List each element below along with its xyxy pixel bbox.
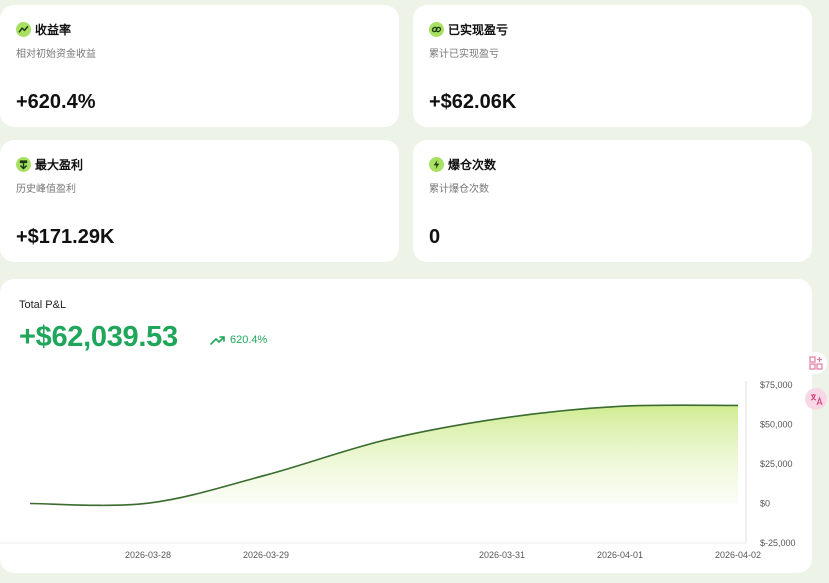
y-tick-label: $0 xyxy=(760,499,770,509)
lightning-icon xyxy=(429,157,444,172)
return-rate-card: 收益率 相对初始资金收益 +620.4% xyxy=(0,5,399,127)
realized-pnl-card: 已实现盈亏 累计已实现盈亏 +$62.06K xyxy=(413,5,812,127)
pnl-change-value: 620.4% xyxy=(230,334,268,346)
card-title: 收益率 xyxy=(35,23,72,37)
link-icon xyxy=(429,22,444,37)
card-title: 已实现盈亏 xyxy=(448,23,509,37)
x-tick-label: 2026-03-28 xyxy=(125,550,171,560)
trend-up-icon xyxy=(210,336,225,345)
y-tick-label: $50,000 xyxy=(760,420,793,430)
y-tick-label: $75,000 xyxy=(760,380,793,390)
card-value: 0 xyxy=(429,226,441,248)
card-subtitle: 相对初始资金收益 xyxy=(16,49,96,60)
liquidation-count-card: 爆仓次数 累计爆仓次数 0 xyxy=(413,140,812,262)
card-subtitle: 累计爆仓次数 xyxy=(429,184,489,195)
pnl-chart[interactable]: $75,000 $50,000 $25,000 $0 $-25,000 2026-03-2… xyxy=(0,375,812,569)
x-tick-label: 2026-04-01 xyxy=(597,550,643,560)
y-tick-label: $-25,000 xyxy=(760,538,796,548)
x-tick-label: 2026-03-29 xyxy=(243,550,289,560)
trend-line-icon xyxy=(16,22,31,37)
card-title: 爆仓次数 xyxy=(448,158,497,172)
card-subtitle: 累计已实现盈亏 xyxy=(429,49,499,60)
x-tick-label: 2026-04-02 xyxy=(715,550,761,560)
translate-icon xyxy=(810,394,823,406)
grid-icon xyxy=(809,356,823,370)
card-value: +620.4% xyxy=(16,91,96,113)
max-profit-card: 最大盈利 历史峰值盈利 +$171.29K xyxy=(0,140,399,262)
x-tick-label: 2026-03-31 xyxy=(479,550,525,560)
pnl-change: 620.4% xyxy=(210,334,267,346)
card-value: +$171.29K xyxy=(16,226,115,248)
card-value: +$62.06K xyxy=(429,91,517,113)
total-pnl-card: Total P&L +$62,039.53 620.4% $75,000 $50,… xyxy=(0,279,812,573)
card-title: 最大盈利 xyxy=(35,158,84,172)
apps-grid-button[interactable] xyxy=(805,352,827,374)
download-arrow-icon xyxy=(16,157,31,172)
pnl-area xyxy=(30,405,738,506)
translate-button[interactable] xyxy=(805,388,827,410)
pnl-label: Total P&L xyxy=(19,299,67,311)
card-subtitle: 历史峰值盈利 xyxy=(16,184,76,195)
pnl-value: +$62,039.53 xyxy=(19,321,178,353)
y-tick-label: $25,000 xyxy=(760,459,793,469)
